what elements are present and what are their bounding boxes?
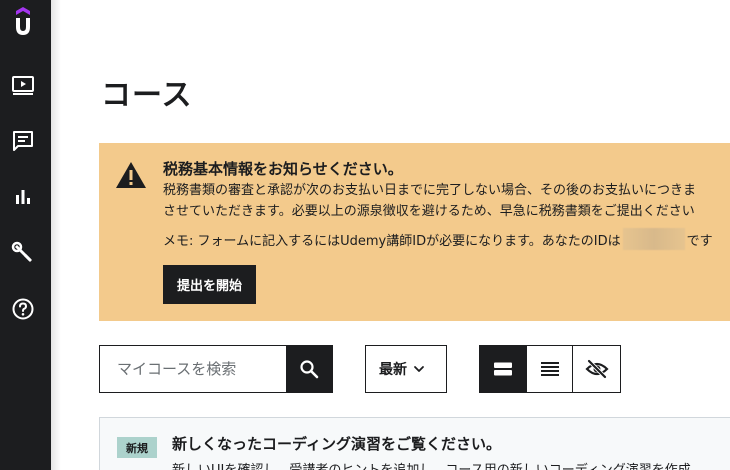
card-view-button[interactable] xyxy=(480,346,527,392)
hide-icon xyxy=(585,359,609,379)
sidebar-shadow xyxy=(51,0,61,470)
sidebar-item-performance[interactable] xyxy=(10,184,36,210)
video-icon xyxy=(12,76,34,95)
sidebar-item-help[interactable] xyxy=(10,296,36,322)
hide-view-button[interactable] xyxy=(573,346,620,392)
tax-info-alert: 税務基本情報をお知らせください。 税務書類の審査と承認が次のお支払い日までに完了… xyxy=(99,143,730,321)
list-view-button[interactable] xyxy=(526,346,574,392)
alert-note-suffix: です xyxy=(686,233,713,249)
alert-title: 税務基本情報をお知らせください。 xyxy=(163,160,403,178)
sort-label: 最新 xyxy=(379,362,407,378)
chevron-down-icon xyxy=(414,366,424,372)
list-view-icon xyxy=(540,362,559,376)
alert-body-line: 税務書類の審査と承認が次のお支払い日までに完了しない場合、その後のお支払いにつき… xyxy=(163,183,697,198)
page-title: コース xyxy=(101,78,193,113)
card-view-icon xyxy=(493,362,512,376)
warning-icon xyxy=(116,162,146,188)
tools-icon xyxy=(11,241,32,262)
bar-chart-icon xyxy=(16,190,30,204)
search-icon xyxy=(300,360,319,379)
alert-body: 税務書類の審査と承認が次のお支払い日までに完了しない場合、その後のお支払いにつき… xyxy=(163,180,730,222)
chat-icon xyxy=(13,131,33,151)
help-icon xyxy=(12,298,34,320)
alert-body-line: させていただきます。必要以上の源泉徴収を避けるため、早急に税務書類をご提出くださ… xyxy=(163,204,695,219)
search-input[interactable] xyxy=(100,346,286,392)
sidebar-item-tools[interactable] xyxy=(10,240,36,266)
announcement-card: 新規 新しくなったコーディング演習をご覧ください。 新しいUIを確認し、受講者の… xyxy=(99,417,730,470)
redacted-instructor-id xyxy=(622,228,685,250)
view-toggle-group xyxy=(479,345,621,393)
sort-dropdown[interactable]: 最新 xyxy=(365,345,447,393)
start-submission-button[interactable]: 提出を開始 xyxy=(163,265,256,304)
new-badge: 新規 xyxy=(117,437,157,458)
announcement-title: 新しくなったコーディング演習をご覧ください。 xyxy=(172,435,501,453)
announcement-body: 新しいUIを確認し、受講者のヒントを追加し、コース用の新しいコーディング演習を作… xyxy=(172,459,691,470)
course-search xyxy=(99,345,333,393)
search-button[interactable] xyxy=(286,346,332,392)
sidebar-item-courses[interactable] xyxy=(10,72,36,98)
udemy-logo[interactable] xyxy=(12,6,34,36)
sidebar-item-communication[interactable] xyxy=(10,128,36,154)
sidebar xyxy=(0,0,51,470)
alert-note: メモ: フォームに記入するにはUdemy講師IDが必要になります。あなたのIDは… xyxy=(163,228,713,250)
alert-note-text: メモ: フォームに記入するにはUdemy講師IDが必要になります。あなたのIDは xyxy=(163,233,621,249)
